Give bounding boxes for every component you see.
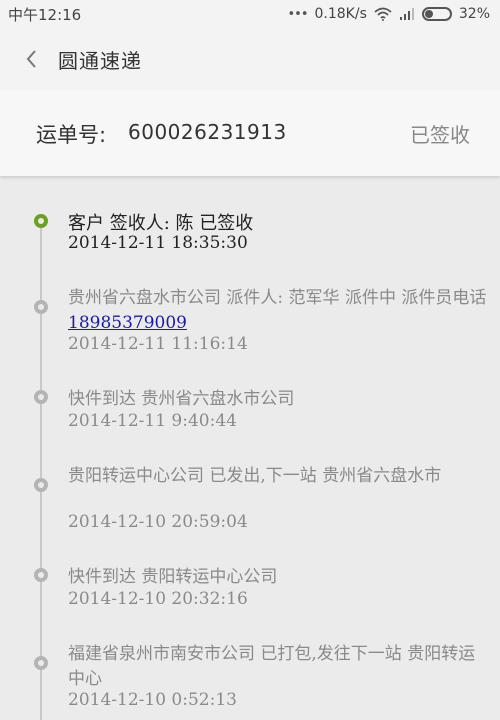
- waybill-card: 运单号: 600026231913 已签收: [0, 90, 500, 176]
- battery-icon: [421, 7, 452, 21]
- event-time: 2014-12-11 9:40:44: [68, 411, 237, 431]
- tracking-timeline: 客户 签收人: 陈 已签收 2014-12-11 18:35:30 贵州省六盘水…: [0, 176, 500, 720]
- event-time: 2014-12-11 18:35:30: [68, 233, 248, 253]
- waybill-number: 600026231913: [128, 120, 287, 144]
- timeline-node-icon: [34, 390, 48, 404]
- event-time: 2014-12-10 20:59:04: [68, 512, 248, 532]
- event-time: 2014-12-10 20:32:16: [68, 589, 248, 609]
- status-bar: 中午12:16 ••• 0.18K/s 32%: [0, 0, 500, 28]
- timeline-node-icon: [34, 478, 48, 492]
- network-speed: 0.18K/s: [314, 6, 367, 22]
- courier-phone-link[interactable]: 18985379009: [68, 313, 187, 333]
- timeline-node-icon: [34, 300, 48, 314]
- page-title: 圆通速递: [58, 49, 142, 73]
- battery-fill: [424, 10, 433, 18]
- timeline-node-icon: [34, 568, 48, 582]
- event-description: 贵阳转运中心公司 已发出,下一站 贵州省六盘水市: [68, 466, 442, 486]
- signal-dots-icon: •••: [287, 6, 308, 22]
- event-time: 2014-12-11 11:16:14: [68, 334, 248, 354]
- event-description: 快件到达 贵阳转运中心公司: [68, 567, 278, 587]
- event-description-text: 贵州省六盘水市公司 派件人: 范军华 派件中 派件员电话: [68, 288, 487, 308]
- timeline-node-current-icon: [34, 214, 48, 228]
- status-indicators: ••• 0.18K/s 32%: [287, 4, 490, 24]
- event-description: 快件到达 贵州省六盘水市公司: [68, 389, 295, 409]
- waybill-status: 已签收: [410, 123, 470, 147]
- event-description: 贵州省六盘水市公司 派件人: 范军华 派件中 派件员电话 18985379009: [68, 286, 488, 336]
- waybill-label: 运单号:: [36, 123, 107, 147]
- timeline-line: [40, 220, 42, 720]
- timeline-node-icon: [34, 656, 48, 670]
- event-time: 2014-12-10 0:52:13: [68, 690, 237, 710]
- status-time: 中午12:16: [8, 6, 82, 24]
- wifi-icon: [374, 7, 392, 21]
- title-bar: 圆通速递: [0, 28, 500, 90]
- cellular-signal-icon: [399, 8, 414, 20]
- event-description: 福建省泉州市南安市公司 已打包,发往下一站 贵阳转运中心: [68, 644, 476, 689]
- chevron-left-icon[interactable]: [17, 42, 47, 76]
- battery-percent: 32%: [458, 6, 490, 22]
